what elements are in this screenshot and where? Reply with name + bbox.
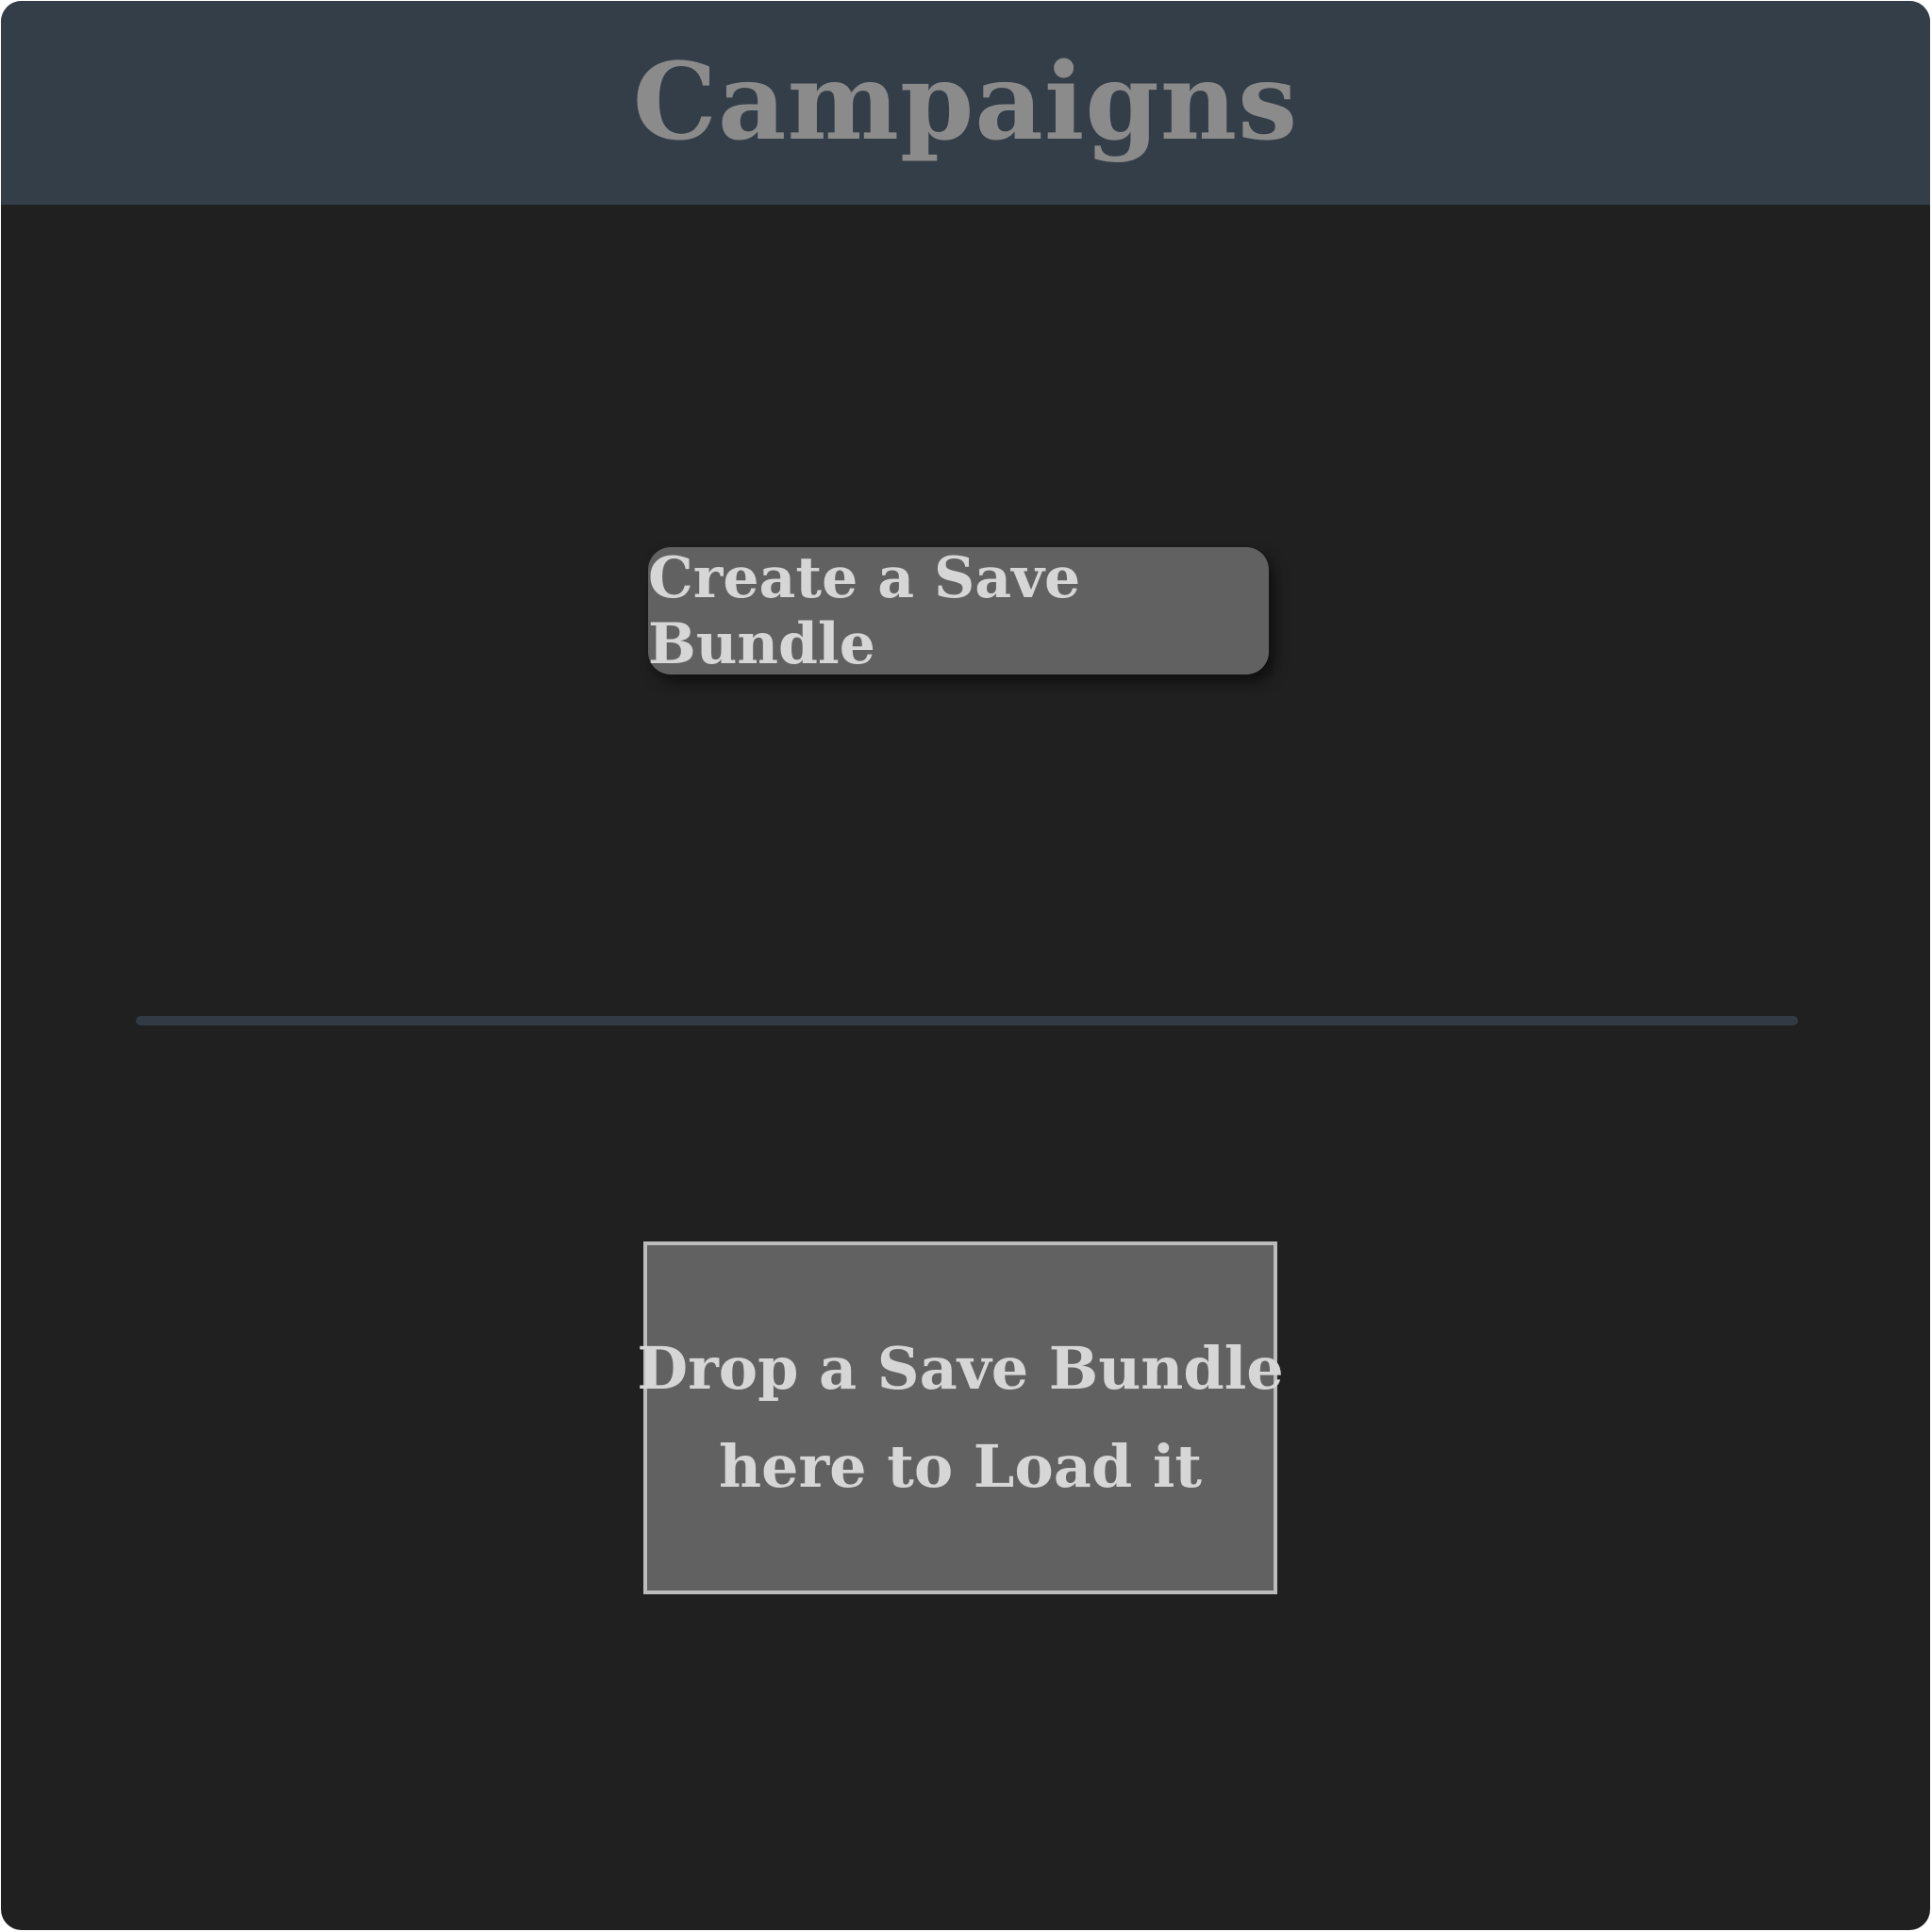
create-save-bundle-button[interactable]: Create a Save Bundle [648, 544, 1269, 677]
header-bar: Campaigns [1, 1, 1930, 205]
page-title: Campaigns [632, 41, 1299, 164]
section-divider [136, 1016, 1798, 1025]
create-save-bundle-label: Create a Save Bundle [648, 544, 1081, 677]
campaigns-panel: Campaigns Create a Save Bundle Drop a Sa… [1, 1, 1930, 1930]
drop-zone-line-2: here to Load it [718, 1432, 1203, 1501]
drop-zone-line-1: Drop a Save Bundle [637, 1334, 1284, 1403]
save-bundle-drop-zone[interactable]: Drop a Save Bundle here to Load it [637, 1241, 1284, 1594]
